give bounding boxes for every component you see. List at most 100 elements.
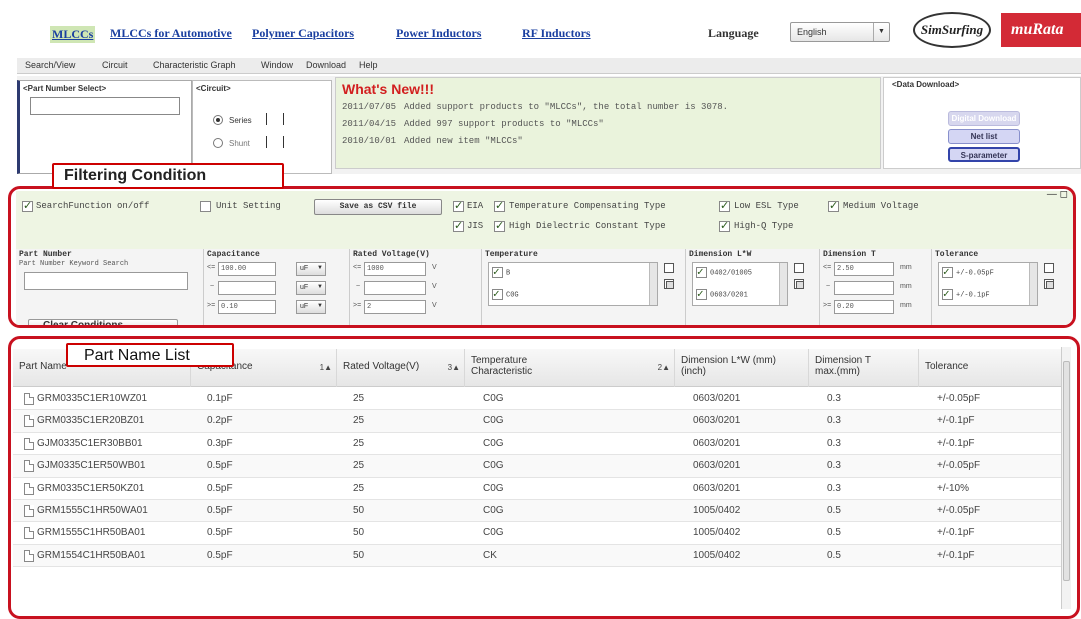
temperature-select-all[interactable] bbox=[664, 279, 674, 289]
tolerance-select-all[interactable] bbox=[1044, 279, 1054, 289]
list-item[interactable]: C0G bbox=[492, 287, 519, 301]
list-item[interactable]: B bbox=[492, 265, 510, 279]
column-dimension-lw[interactable]: Dimension L*W (mm)(inch) bbox=[675, 349, 809, 387]
thickness-max-input[interactable]: 0.20 bbox=[834, 300, 894, 314]
tolerance-005-checkbox[interactable] bbox=[942, 265, 953, 279]
tolerance-listbox[interactable]: +/-0.05pF +/-0.1pF bbox=[938, 262, 1038, 306]
list-item[interactable]: +/-0.1pF bbox=[942, 287, 990, 301]
menu-characteristic-graph[interactable]: Characteristic Graph bbox=[153, 60, 236, 70]
dimension-lw-select-all[interactable] bbox=[794, 279, 804, 289]
cell-temperature: C0G bbox=[483, 415, 504, 427]
nav-link-mlccs[interactable]: MLCCs bbox=[50, 26, 96, 43]
cell-part-name: GRM0335C1ER20BZ01 bbox=[37, 415, 145, 427]
language-label: Language bbox=[708, 26, 759, 40]
save-csv-button[interactable]: Save as CSV file bbox=[314, 199, 442, 215]
net-list-button[interactable]: Net list bbox=[948, 129, 1020, 144]
cell-temperature: CK bbox=[483, 549, 497, 561]
type-medium-voltage-checkbox[interactable] bbox=[828, 199, 839, 212]
filter-temperature: Temperature B C0G bbox=[482, 249, 686, 325]
sort-indicator: 1▲ bbox=[319, 363, 332, 372]
cell-capacitance: 0.1pF bbox=[207, 393, 233, 404]
menu-help[interactable]: Help bbox=[359, 60, 378, 70]
scrollbar-thumb[interactable] bbox=[1063, 361, 1070, 581]
cell-tolerance: +/-0.1pF bbox=[937, 527, 975, 539]
menu-window[interactable]: Window bbox=[261, 60, 293, 70]
table-row[interactable]: GRM1555C1HR50WA01 0.5pF 50 C0G 1005/0402 0.5 +… bbox=[13, 500, 1063, 523]
temperature-b-checkbox[interactable] bbox=[492, 265, 503, 279]
voltage-mid-input[interactable] bbox=[364, 281, 426, 295]
column-tolerance[interactable]: Tolerance bbox=[919, 349, 1063, 387]
circuit-series-radio[interactable] bbox=[213, 115, 223, 125]
dimension-0603-checkbox[interactable] bbox=[696, 287, 707, 301]
thickness-mid-input[interactable] bbox=[834, 281, 894, 295]
tolerance-scrollbar[interactable] bbox=[1029, 263, 1037, 305]
type-eia-checkbox[interactable] bbox=[453, 199, 464, 212]
column-rated-voltage[interactable]: Rated Voltage(V) 3▲ bbox=[337, 349, 465, 387]
part-number-select-input[interactable] bbox=[30, 97, 180, 115]
column-dimension-t[interactable]: Dimension T max.(mm) bbox=[809, 349, 919, 387]
nav-link-mlccs-automotive[interactable]: MLCCs for Automotive bbox=[110, 26, 232, 41]
table-scrollbar[interactable] bbox=[1061, 347, 1071, 609]
temperature-c0g-checkbox[interactable] bbox=[492, 287, 503, 301]
table-row[interactable]: GRM1555C1HR50BA01 0.5pF 50 C0G 1005/0402 0.5 +… bbox=[13, 522, 1063, 545]
menu-download[interactable]: Download bbox=[306, 60, 346, 70]
table-row[interactable]: GJM0335C1ER50WB01 0.5pF 25 C0G 0603/0201 0.3 +… bbox=[13, 455, 1063, 478]
nav-link-power-inductors[interactable]: Power Inductors bbox=[396, 26, 481, 41]
cell-capacitance: 0.5pF bbox=[207, 482, 233, 494]
table-row[interactable]: GRM0335C1ER10WZ01 0.1pF 25 C0G 0603/0201 0.3 +… bbox=[13, 388, 1063, 411]
dimension-lw-listbox[interactable]: 0402/01005 0603/0201 bbox=[692, 262, 788, 306]
voltage-max-input[interactable]: 2 bbox=[364, 300, 426, 314]
type-temp-comp-checkbox[interactable] bbox=[494, 199, 505, 212]
temperature-scrollbar[interactable] bbox=[649, 263, 657, 305]
news-date: 2010/10/01 bbox=[342, 136, 397, 146]
unit-setting-checkbox[interactable] bbox=[200, 201, 211, 212]
language-select[interactable]: English ▼ bbox=[790, 22, 890, 42]
type-low-esl-checkbox[interactable] bbox=[719, 199, 730, 212]
table-row[interactable]: GRM0335C1ER50KZ01 0.5pF 25 C0G 0603/0201 0.3 +… bbox=[13, 478, 1063, 500]
list-item[interactable]: +/-0.05pF bbox=[942, 265, 994, 279]
capacitance-max-unit-select[interactable]: uF bbox=[296, 300, 326, 314]
circuit-shunt-radio[interactable] bbox=[213, 138, 223, 148]
table-row[interactable]: GJM0335C1ER30BB01 0.3pF 25 C0G 0603/0201 0.3 +… bbox=[13, 433, 1063, 456]
capacitance-min-input[interactable]: 100.00 bbox=[218, 262, 276, 276]
s-parameter-button[interactable]: S-parameter bbox=[948, 147, 1020, 162]
temperature-select-none[interactable] bbox=[664, 263, 674, 273]
part-number-keyword-input[interactable] bbox=[24, 272, 188, 290]
type-high-q-checkbox[interactable] bbox=[719, 219, 730, 232]
news-item: 2010/10/01 Added new item "MLCCs" bbox=[342, 136, 523, 146]
voltage-min-input[interactable]: 1000 bbox=[364, 262, 426, 276]
dimension-lw-scrollbar[interactable] bbox=[779, 263, 787, 305]
dimension-0402-checkbox[interactable] bbox=[696, 265, 707, 279]
simsurfing-logo: SimSurfing bbox=[913, 12, 991, 48]
capacitance-mid-input[interactable] bbox=[218, 281, 276, 295]
filter-capacitance: Capacitance <= 100.00 uF ~ uF >= 0.10 uF bbox=[204, 249, 350, 325]
capacitance-min-unit-select[interactable]: uF bbox=[296, 262, 326, 276]
window-controls-icon[interactable]: — ◻ bbox=[1047, 189, 1068, 200]
tolerance-01-checkbox[interactable] bbox=[942, 287, 953, 301]
column-temperature-characteristic[interactable]: Temperature Characteristic 2▲ bbox=[465, 349, 675, 387]
search-function-checkbox[interactable] bbox=[22, 199, 33, 212]
table-row[interactable]: GRM1554C1HR50BA01 0.5pF 50 CK 1005/0402 0.5 +/… bbox=[13, 544, 1063, 568]
dimension-lw-select-none[interactable] bbox=[794, 263, 804, 273]
tolerance-select-none[interactable] bbox=[1044, 263, 1054, 273]
clear-conditions-button[interactable]: Clear Conditions bbox=[28, 319, 178, 325]
news-item: 2011/07/05 Added support products to "MLC… bbox=[342, 102, 728, 112]
list-item[interactable]: 0603/0201 bbox=[696, 287, 748, 301]
menu-circuit[interactable]: Circuit bbox=[102, 60, 128, 70]
menu-search-view[interactable]: Search/View bbox=[25, 60, 75, 70]
digital-download-button[interactable]: Digital Download bbox=[948, 111, 1020, 126]
type-jis-checkbox[interactable] bbox=[453, 219, 464, 232]
list-item[interactable]: 0402/01005 bbox=[696, 265, 752, 279]
type-high-dielectric-checkbox[interactable] bbox=[494, 219, 505, 232]
table-row[interactable]: GRM0335C1ER20BZ01 0.2pF 25 C0G 0603/0201 0.3 +… bbox=[13, 410, 1063, 433]
cell-capacitance: 0.5pF bbox=[207, 549, 233, 561]
thickness-min-input[interactable]: 2.50 bbox=[834, 262, 894, 276]
part-name-list-panel: Part Name Capacitance1▲ Rated Voltage(V)… bbox=[8, 336, 1080, 619]
temperature-listbox[interactable]: B C0G bbox=[488, 262, 658, 306]
capacitance-mid-unit-select[interactable]: uF bbox=[296, 281, 326, 295]
capacitance-max-input[interactable]: 0.10 bbox=[218, 300, 276, 314]
nav-link-polymer-capacitors[interactable]: Polymer Capacitors bbox=[252, 26, 354, 41]
cell-part-name: GJM0335C1ER50WB01 bbox=[37, 460, 146, 472]
nav-link-rf-inductors[interactable]: RF Inductors bbox=[522, 26, 591, 41]
column-label: Temperature Characteristic bbox=[471, 355, 533, 377]
